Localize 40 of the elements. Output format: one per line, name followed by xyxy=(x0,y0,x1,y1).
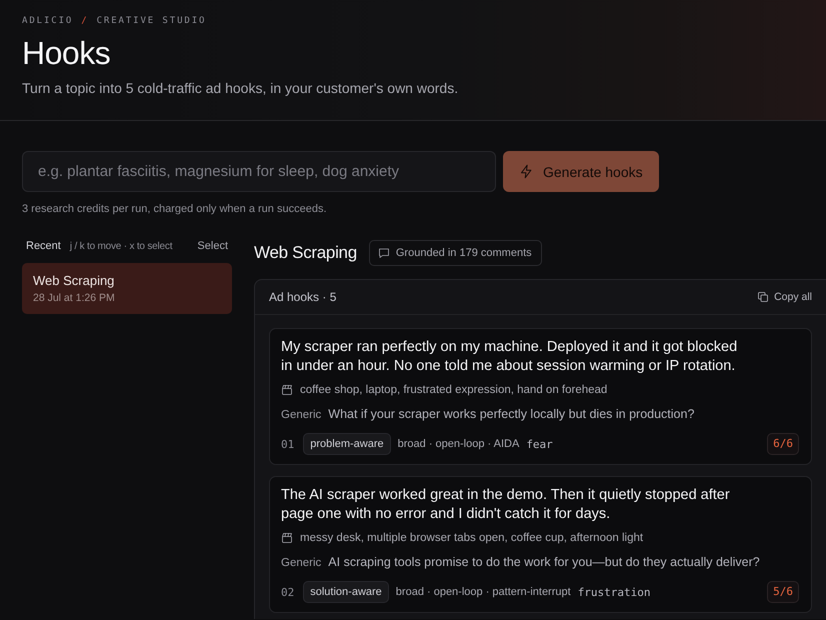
hook-attributes: broad · open-loop · AIDA xyxy=(398,438,520,450)
select-button[interactable]: Select xyxy=(197,240,228,252)
lightning-icon xyxy=(519,164,534,179)
clapperboard-icon xyxy=(281,384,293,396)
generic-label: Generic xyxy=(281,556,322,571)
awareness-tag: solution-aware xyxy=(303,581,389,603)
brand-name: ADLICIO xyxy=(22,15,74,27)
hook-attributes: broad · open-loop · pattern-interrupt xyxy=(396,586,571,598)
score-badge: 5/6 xyxy=(767,581,799,603)
hook-number: 01 xyxy=(281,438,294,450)
generic-hook-text: What if your scraper works perfectly locally but dies in production? xyxy=(328,406,694,423)
page-subtitle: Turn a topic into 5 cold-traffic ad hooks, in your customer's own words. xyxy=(22,79,460,97)
emotion-tag: frustration xyxy=(578,586,651,598)
grounding-badge: Grounded in 179 comments xyxy=(368,240,542,266)
emotion-tag: fear xyxy=(526,438,553,450)
run-title: Web Scraping xyxy=(33,272,116,289)
topic-input-field[interactable]: e.g. plantar fasciitis, magnesium for sleep, dog anxiety xyxy=(22,151,496,192)
panel-title: Ad hooks · 5 xyxy=(269,290,336,304)
run-date: 28 Jul at 1:26 PM xyxy=(33,291,116,305)
awareness-tag: problem-aware xyxy=(303,433,391,455)
hook-headline: The AI scraper worked great in the demo. Then it quietly stopped after page one with no error and I didn't catch it for days. xyxy=(281,486,731,524)
breadcrumb-separator: / xyxy=(81,15,89,27)
hook-number: 02 xyxy=(281,586,294,598)
recent-run-item[interactable]: Web Scraping 28 Jul at 1:26 PM xyxy=(22,263,232,314)
clapperboard-icon xyxy=(281,532,293,544)
copy-all-button[interactable]: Copy all xyxy=(757,291,812,303)
copy-icon xyxy=(757,291,770,303)
credits-note: 3 research credits per run, charged only when a run succeeds. xyxy=(22,202,328,216)
generic-hook-text: AI scraping tools promise to do the work for you—but do they actually deliver? xyxy=(328,554,760,571)
score-badge: 6/6 xyxy=(767,433,799,455)
page-title: Hooks xyxy=(22,35,112,71)
hook-headline: My scraper ran perfectly on my machine. Deployed it and it got blocked in under an hour. No one told me about session warming or IP rotation. xyxy=(281,338,738,376)
recent-heading: Recent xyxy=(26,240,61,252)
chat-bubble-icon xyxy=(378,247,390,259)
generic-label: Generic xyxy=(281,408,322,423)
section-name: CREATIVE STUDIO xyxy=(96,15,206,27)
scene-description: coffee shop, laptop, frustrated expression, hand on forehead xyxy=(300,383,608,398)
result-title: Web Scraping xyxy=(254,243,357,263)
scene-description: messy desk, multiple browser tabs open, coffee cup, afternoon light xyxy=(300,531,644,546)
keyboard-hint: j / k to move · x to select xyxy=(70,241,172,252)
